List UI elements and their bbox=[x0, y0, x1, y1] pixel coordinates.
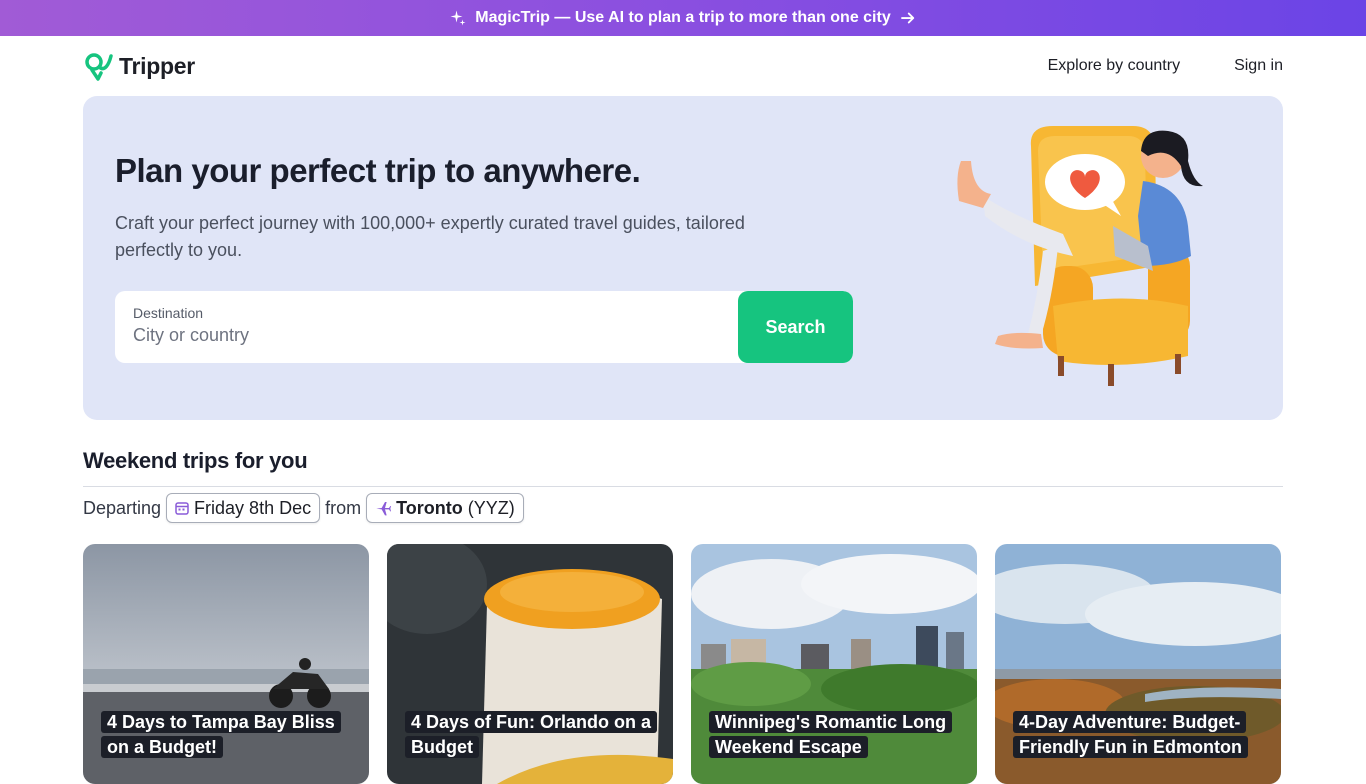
destination-search: Destination Search bbox=[115, 291, 853, 363]
logo[interactable]: Tripper bbox=[83, 50, 195, 82]
tripper-logo-icon bbox=[85, 53, 113, 81]
trip-card-tampa[interactable]: 4 Days to Tampa Bay Bliss on a Budget! bbox=[83, 544, 369, 784]
trip-card-winnipeg[interactable]: Winnipeg's Romantic Long Weekend Escape bbox=[691, 544, 977, 784]
trip-card-title: 4 Days to Tampa Bay Bliss on a Budget! bbox=[101, 711, 341, 758]
from-label: from bbox=[325, 497, 362, 518]
destination-input[interactable] bbox=[133, 325, 720, 346]
hero-subtitle: Craft your perfect journey with 100,000+… bbox=[115, 213, 745, 260]
airplane-icon bbox=[376, 502, 392, 516]
section-divider bbox=[83, 486, 1283, 487]
sign-in-link[interactable]: Sign in bbox=[1234, 57, 1283, 75]
departing-label: Departing bbox=[83, 497, 162, 518]
woman-in-armchair-illustration bbox=[957, 126, 1203, 386]
weekend-trips-title: Weekend trips for you bbox=[83, 448, 308, 473]
trip-card-orlando[interactable]: 4 Days of Fun: Orlando on a Budget bbox=[387, 544, 673, 784]
hero-title: Plan your perfect trip to anywhere. bbox=[115, 152, 641, 189]
selected-date: Friday 8th Dec bbox=[194, 497, 312, 518]
sparkle-icon bbox=[450, 10, 466, 26]
date-picker-chip[interactable]: Friday 8th Dec bbox=[166, 493, 321, 523]
destination-field[interactable]: Destination bbox=[115, 291, 738, 363]
trip-card-edmonton[interactable]: 4-Day Adventure: Budget-Friendly Fun in … bbox=[995, 544, 1281, 784]
explore-by-country-link[interactable]: Explore by country bbox=[1048, 57, 1181, 75]
hero-section: Plan your perfect trip to anywhere. Craf… bbox=[83, 96, 1283, 420]
trip-cards: 4 Days to Tampa Bay Bliss on a Budget! 4… bbox=[83, 544, 1283, 784]
departing-row: Departing Friday 8th Dec from Toronto (Y… bbox=[83, 493, 524, 523]
top-nav: Tripper Explore by country Sign in bbox=[83, 36, 1283, 96]
search-button[interactable]: Search bbox=[738, 291, 853, 363]
origin-airport-chip[interactable]: Toronto (YYZ) bbox=[366, 493, 524, 523]
arrow-right-icon bbox=[900, 12, 914, 24]
banner-text: MagicTrip — Use AI to plan a trip to mor… bbox=[475, 9, 891, 26]
origin-city: Toronto bbox=[396, 497, 463, 518]
nav-links: Explore by country Sign in bbox=[1048, 57, 1283, 75]
trip-card-title: 4-Day Adventure: Budget-Friendly Fun in … bbox=[1013, 711, 1248, 758]
trip-card-title: Winnipeg's Romantic Long Weekend Escape bbox=[709, 711, 953, 758]
destination-label: Destination bbox=[133, 305, 204, 321]
brand-name: Tripper bbox=[119, 52, 195, 79]
trip-card-title: 4 Days of Fun: Orlando on a Budget bbox=[405, 711, 658, 758]
origin-code: (YYZ) bbox=[467, 497, 515, 518]
calendar-icon bbox=[175, 502, 189, 515]
magictrip-banner[interactable]: MagicTrip — Use AI to plan a trip to mor… bbox=[0, 0, 1366, 36]
